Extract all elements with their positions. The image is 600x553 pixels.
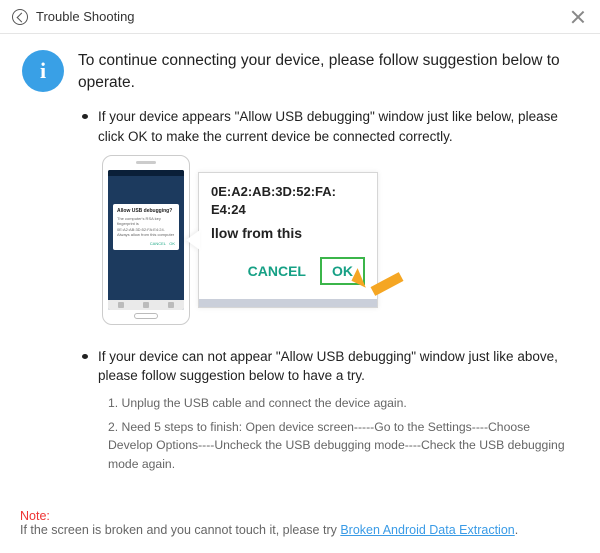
footer-note: Note: If the screen is broken and you ca… [20, 509, 580, 537]
illustration: Allow USB debugging? The computer's RSA … [22, 155, 578, 325]
zoom-mac-line1: 0E:A2:AB:3D:52:FA: [211, 183, 365, 201]
note-text: If the screen is broken and you cannot t… [20, 523, 340, 537]
bullet-1-text: If your device appears "Allow USB debugg… [98, 107, 578, 146]
titlebar: Trouble Shooting [0, 0, 600, 34]
bullet-1: If your device appears "Allow USB debugg… [22, 107, 578, 146]
broken-android-link[interactable]: Broken Android Data Extraction [340, 523, 514, 537]
phone-dialog: Allow USB debugging? The computer's RSA … [113, 204, 179, 250]
intro-row: i To continue connecting your device, pl… [22, 50, 578, 93]
intro-text: To continue connecting your device, plea… [78, 50, 578, 93]
phone-dialog-body: The computer's RSA key fingerprint is 0E… [117, 216, 175, 238]
note-tail: . [515, 523, 518, 537]
zoom-cancel-label: CANCEL [248, 263, 306, 279]
window-title: Trouble Shooting [36, 9, 135, 24]
bullet-dot-icon [82, 354, 88, 359]
content-area: i To continue connecting your device, pl… [0, 34, 600, 473]
zoom-dialog: 0E:A2:AB:3D:52:FA: E4:24 llow from this … [198, 172, 378, 308]
phone-dialog-title: Allow USB debugging? [117, 208, 175, 214]
phone-mockup: Allow USB debugging? The computer's RSA … [102, 155, 190, 325]
callout-arrow-icon [186, 230, 200, 250]
step-1: 1. Unplug the USB cable and connect the … [108, 394, 578, 412]
close-button[interactable] [568, 7, 588, 27]
pointer-arrow-icon [365, 267, 409, 297]
numbered-steps: 1. Unplug the USB cable and connect the … [22, 394, 578, 473]
zoom-ok-label: OK [332, 263, 353, 279]
info-icon: i [22, 50, 64, 92]
refresh-icon [12, 9, 28, 25]
phone-navbar [108, 300, 184, 310]
note-label: Note: [20, 509, 50, 523]
step-2: 2. Need 5 steps to finish: Open device s… [108, 418, 578, 473]
zoom-actions: CANCEL OK [211, 257, 365, 285]
phone-home-button-icon [134, 313, 158, 319]
zoom-mid-text: llow from this [211, 225, 365, 241]
bullet-2-text: If your device can not appear "Allow USB… [98, 347, 578, 386]
bullet-2: If your device can not appear "Allow USB… [22, 347, 578, 386]
bullet-dot-icon [82, 114, 88, 119]
zoom-mac-line2: E4:24 [211, 201, 365, 219]
